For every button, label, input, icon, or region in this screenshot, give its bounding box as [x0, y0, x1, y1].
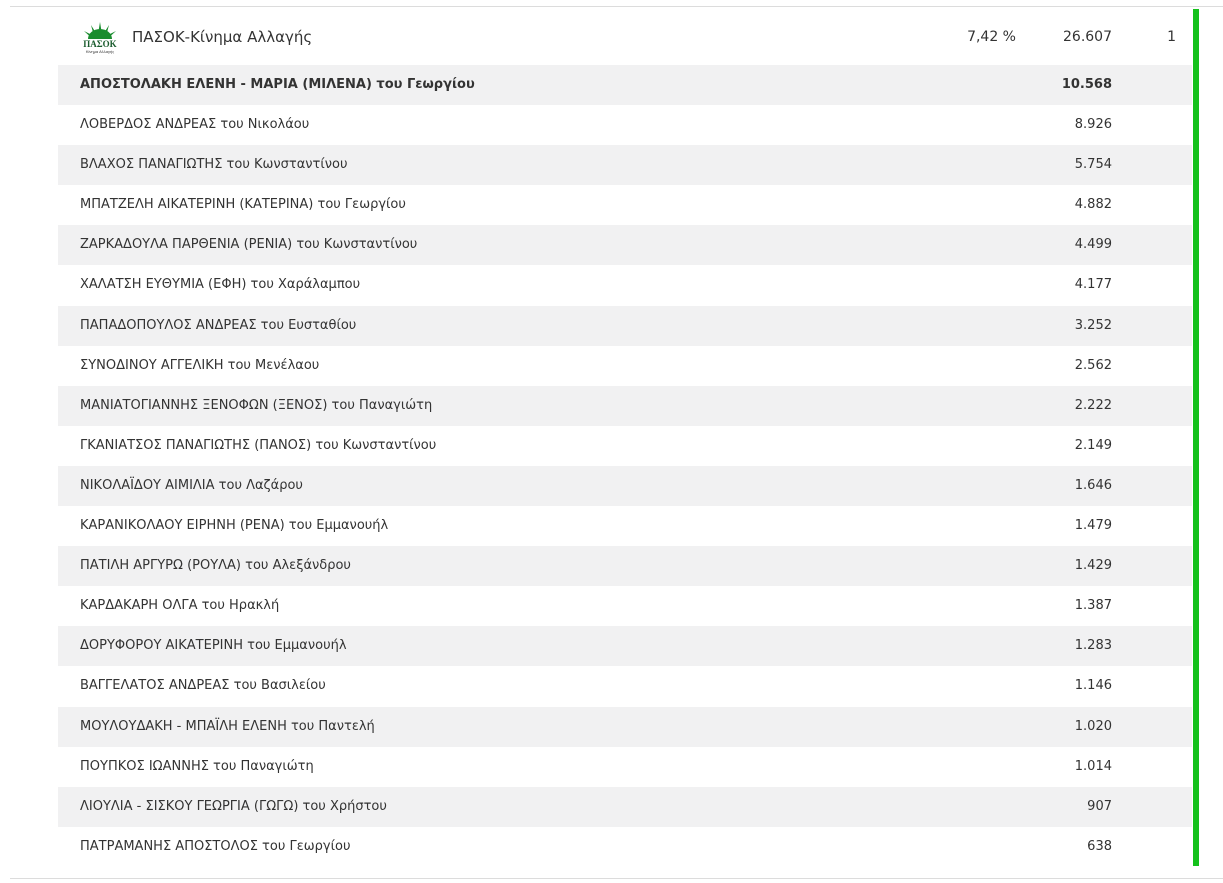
- party-percent: 7,42 %: [967, 29, 1016, 45]
- party-row[interactable]: ΠΑΣΟΚ Κίνημα Αλλαγής ΠΑΣΟΚ-Κίνημα Αλλαγή…: [58, 9, 1192, 65]
- candidate-name: ΒΛΑΧΟΣ ΠΑΝΑΓΙΩΤΗΣ του Κωνσταντίνου: [80, 157, 348, 173]
- candidate-row[interactable]: ΠΑΤΡΑΜΑΝΗΣ ΑΠΟΣΤΟΛΟΣ του Γεωργίου 638: [58, 826, 1192, 867]
- candidate-votes: 907: [1087, 798, 1112, 814]
- candidate-name: ΛΟΒΕΡΔΟΣ ΑΝΔΡΕΑΣ του Νικολάου: [80, 117, 310, 133]
- candidate-row[interactable]: ΔΟΡΥΦΟΡΟΥ ΑΙΚΑΤΕΡΙΝΗ του Εμμανουήλ 1.283: [58, 626, 1192, 667]
- candidate-row[interactable]: ΜΑΝΙΑΤΟΓΙΑΝΝΗΣ ΞΕΝΟΦΩΝ (ΞΕΝΟΣ) του Παναγ…: [58, 385, 1192, 426]
- candidate-votes: 2.149: [1074, 437, 1112, 453]
- candidate-row[interactable]: ΚΑΡΔΑΚΑΡΗ ΟΛΓΑ του Ηρακλή 1.387: [58, 586, 1192, 627]
- candidate-votes: 4.499: [1074, 237, 1112, 253]
- candidate-row[interactable]: ΚΑΡΑΝΙΚΟΛΑΟΥ ΕΙΡΗΝΗ (ΡΕΝΑ) του Εμμανουήλ…: [58, 506, 1192, 547]
- party-name: ΠΑΣΟΚ-Κίνημα Αλλαγής: [132, 28, 313, 46]
- candidate-list: ΑΠΟΣΤΟΛΑΚΗ ΕΛΕΝΗ - ΜΑΡΙΑ (ΜΙΛΕΝΑ) του Γε…: [58, 65, 1192, 867]
- candidate-name: ΜΠΑΤΖΕΛΗ ΑΙΚΑΤΕΡΙΝΗ (ΚΑΤΕΡΙΝΑ) του Γεωργ…: [80, 197, 406, 213]
- candidate-name: ΒΑΓΓΕΛΑΤΟΣ ΑΝΔΡΕΑΣ του Βασιλείου: [80, 678, 326, 694]
- candidate-votes: 1.479: [1074, 518, 1112, 534]
- candidate-row[interactable]: ΝΙΚΟΛΑΪΔΟΥ ΑΙΜΙΛΙΑ του Λαζάρου 1.646: [58, 465, 1192, 507]
- candidate-name: ΠΑΠΑΔΟΠΟΥΛΟΣ ΑΝΔΡΕΑΣ του Ευσταθίου: [80, 317, 357, 333]
- candidate-name: ΛΙΟΥΛΙΑ - ΣΙΣΚΟΥ ΓΕΩΡΓΙΑ (ΓΩΓΩ) του Χρήσ…: [80, 798, 387, 814]
- party-color-bar: [1193, 9, 1199, 866]
- candidate-votes: 1.283: [1074, 638, 1112, 654]
- candidate-row[interactable]: ΠΑΤΙΛΗ ΑΡΓΥΡΩ (ΡΟΥΛΑ) του Αλεξάνδρου 1.4…: [58, 546, 1192, 587]
- candidate-row[interactable]: ΒΛΑΧΟΣ ΠΑΝΑΓΙΩΤΗΣ του Κωνσταντίνου 5.754: [58, 145, 1192, 186]
- candidate-row[interactable]: ΠΟΥΠΚΟΣ ΙΩΑΝΝΗΣ του Παναγιώτη 1.014: [58, 746, 1192, 787]
- candidate-row[interactable]: ΠΑΠΑΔΟΠΟΥΛΟΣ ΑΝΔΡΕΑΣ του Ευσταθίου 3.252: [58, 305, 1192, 346]
- candidate-votes: 3.252: [1074, 317, 1112, 333]
- candidate-name: ΔΟΡΥΦΟΡΟΥ ΑΙΚΑΤΕΡΙΝΗ του Εμμανουήλ: [80, 638, 347, 654]
- candidate-votes: 5.754: [1074, 157, 1112, 173]
- logo-subtext: Κίνημα Αλλαγής: [86, 49, 114, 54]
- candidate-votes: 1.146: [1074, 678, 1112, 694]
- candidate-name: ΣΥΝΟΔΙΝΟΥ ΑΓΓΕΛΙΚΗ του Μενέλαου: [80, 357, 320, 373]
- candidate-votes: 8.926: [1074, 117, 1112, 133]
- candidate-votes: 638: [1087, 838, 1112, 854]
- candidate-votes: 1.646: [1074, 477, 1112, 493]
- candidate-name: ΜΑΝΙΑΤΟΓΙΑΝΝΗΣ ΞΕΝΟΦΩΝ (ΞΕΝΟΣ) του Παναγ…: [80, 397, 433, 413]
- party-votes: 26.607: [1063, 29, 1112, 45]
- candidate-votes: 2.222: [1074, 397, 1112, 413]
- candidate-name: ΜΟΥΛΟΥΔΑΚΗ - ΜΠΑΪΛΗ ΕΛΕΝΗ του Παντελή: [80, 718, 375, 734]
- candidate-row[interactable]: ΜΠΑΤΖΕΛΗ ΑΙΚΑΤΕΡΙΝΗ (ΚΑΤΕΡΙΝΑ) του Γεωργ…: [58, 185, 1192, 226]
- candidate-row[interactable]: ΛΙΟΥΛΙΑ - ΣΙΣΚΟΥ ΓΕΩΡΓΙΑ (ΓΩΓΩ) του Χρήσ…: [58, 786, 1192, 827]
- pasok-logo-icon: ΠΑΣΟΚ Κίνημα Αλλαγής: [83, 22, 117, 54]
- candidate-row[interactable]: ΣΥΝΟΔΙΝΟΥ ΑΓΓΕΛΙΚΗ του Μενέλαου 2.562: [58, 345, 1192, 386]
- candidate-name: ΠΟΥΠΚΟΣ ΙΩΑΝΝΗΣ του Παναγιώτη: [80, 758, 314, 774]
- candidate-votes: 2.562: [1074, 357, 1112, 373]
- candidate-votes: 1.429: [1074, 558, 1112, 574]
- candidate-row[interactable]: ΜΟΥΛΟΥΔΑΚΗ - ΜΠΑΪΛΗ ΕΛΕΝΗ του Παντελή 1.…: [58, 706, 1192, 747]
- candidate-row[interactable]: ΛΟΒΕΡΔΟΣ ΑΝΔΡΕΑΣ του Νικολάου 8.926: [58, 105, 1192, 146]
- candidate-row[interactable]: ΓΚΑΝΙΑΤΣΟΣ ΠΑΝΑΓΙΩΤΗΣ (ΠΑΝΟΣ) του Κωνστα…: [58, 425, 1192, 466]
- candidate-row[interactable]: ΑΠΟΣΤΟΛΑΚΗ ΕΛΕΝΗ - ΜΑΡΙΑ (ΜΙΛΕΝΑ) του Γε…: [58, 65, 1192, 106]
- candidate-name: ΧΑΛΑΤΣΗ ΕΥΘΥΜΙΑ (ΕΦΗ) του Χαράλαμπου: [80, 277, 361, 293]
- candidate-name: ΖΑΡΚΑΔΟΥΛΑ ΠΑΡΘΕΝΙΑ (ΡΕΝΙΑ) του Κωνσταντ…: [80, 237, 418, 253]
- candidate-name: ΚΑΡΔΑΚΑΡΗ ΟΛΓΑ του Ηρακλή: [80, 598, 280, 614]
- candidate-row[interactable]: ΒΑΓΓΕΛΑΤΟΣ ΑΝΔΡΕΑΣ του Βασιλείου 1.146: [58, 666, 1192, 707]
- candidate-votes: 10.568: [1061, 77, 1112, 92]
- candidate-votes: 1.020: [1074, 718, 1112, 734]
- candidate-name: ΠΑΤΡΑΜΑΝΗΣ ΑΠΟΣΤΟΛΟΣ του Γεωργίου: [80, 838, 351, 854]
- candidate-votes: 4.177: [1074, 277, 1112, 293]
- candidate-votes: 4.882: [1074, 197, 1112, 213]
- candidate-votes: 1.014: [1074, 758, 1112, 774]
- candidate-row[interactable]: ΖΑΡΚΑΔΟΥΛΑ ΠΑΡΘΕΝΙΑ (ΡΕΝΙΑ) του Κωνσταντ…: [58, 225, 1192, 266]
- candidate-name: ΑΠΟΣΤΟΛΑΚΗ ΕΛΕΝΗ - ΜΑΡΙΑ (ΜΙΛΕΝΑ) του Γε…: [80, 77, 475, 92]
- candidate-name: ΚΑΡΑΝΙΚΟΛΑΟΥ ΕΙΡΗΝΗ (ΡΕΝΑ) του Εμμανουήλ: [80, 518, 389, 534]
- candidate-row[interactable]: ΧΑΛΑΤΣΗ ΕΥΘΥΜΙΑ (ΕΦΗ) του Χαράλαμπου 4.1…: [58, 265, 1192, 306]
- candidate-name: ΠΑΤΙΛΗ ΑΡΓΥΡΩ (ΡΟΥΛΑ) του Αλεξάνδρου: [80, 558, 351, 574]
- logo-wordmark: ΠΑΣΟΚ: [83, 39, 116, 49]
- candidate-name: ΓΚΑΝΙΑΤΣΟΣ ΠΑΝΑΓΙΩΤΗΣ (ΠΑΝΟΣ) του Κωνστα…: [80, 437, 437, 453]
- candidate-votes: 1.387: [1074, 598, 1112, 614]
- candidate-name: ΝΙΚΟΛΑΪΔΟΥ ΑΙΜΙΛΙΑ του Λαζάρου: [80, 477, 303, 493]
- party-seats: 1: [1167, 29, 1176, 45]
